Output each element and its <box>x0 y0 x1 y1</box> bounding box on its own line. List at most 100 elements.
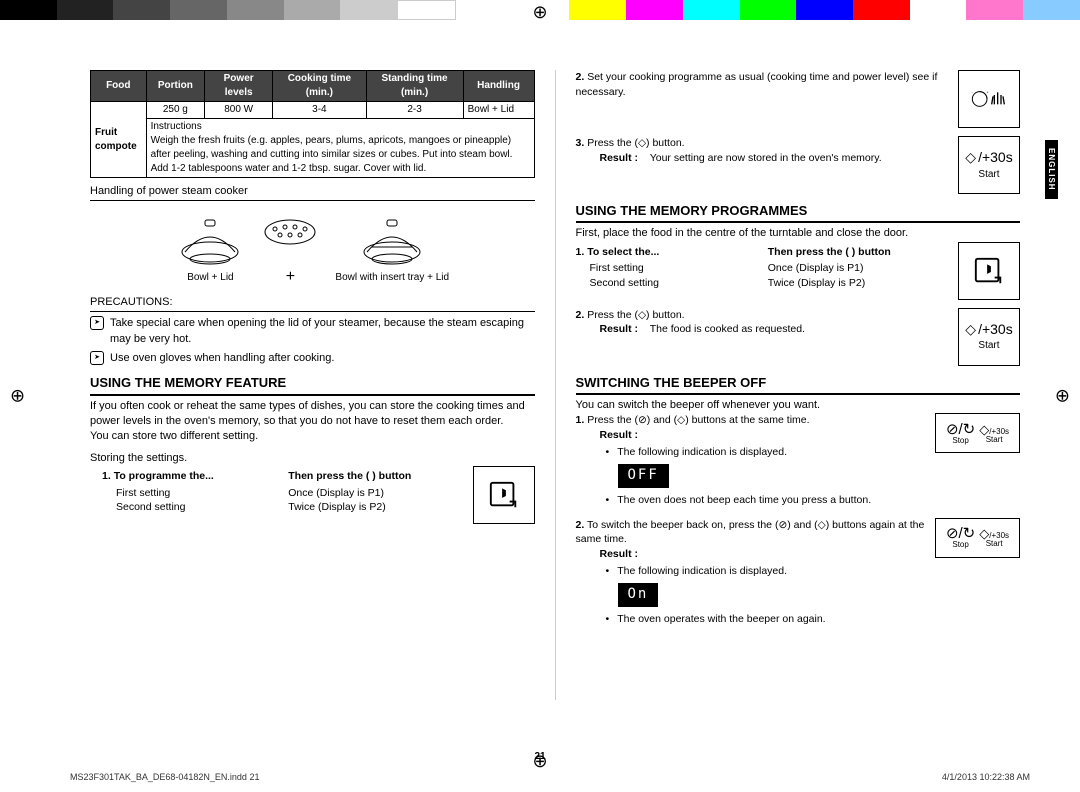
registration-mark-icon: ⊕ <box>532 2 547 23</box>
col-head: Then press the ( ) button <box>768 245 950 260</box>
body-text: You can store two different setting. <box>90 429 535 444</box>
start-30s-icon: ◇/+30s Start <box>958 136 1020 194</box>
stop-icon: ⊘ <box>778 519 787 531</box>
col-head: To select the... <box>587 246 659 258</box>
step-2: 2. Set your cooking programme as usual (… <box>576 70 1021 128</box>
stop-label: Stop <box>952 541 968 549</box>
stop-icon: ⊘ <box>638 414 647 426</box>
left-column: Food Portion Power levels Cooking time (… <box>90 70 535 700</box>
food-cell: Fruit compote <box>91 102 147 178</box>
plus-icon: + <box>286 266 295 288</box>
column-divider <box>555 70 556 700</box>
bullet-text: The following indication is displayed. <box>617 564 787 579</box>
body-text: You can switch the beeper off whenever y… <box>576 398 1021 413</box>
stop-label: Stop <box>952 437 968 445</box>
instructions-label: Instructions <box>151 121 202 132</box>
body-text: Storing the settings. <box>90 451 535 466</box>
registration-mark-icon: ⊕ <box>10 386 25 407</box>
steamer-insert: + <box>255 207 325 288</box>
col-head: Then press the ( ) button <box>288 469 464 484</box>
cell: 800 W <box>205 102 273 119</box>
body-text: First, place the food in the centre of t… <box>576 226 1021 241</box>
th-standtime: Standing time (min.) <box>366 71 463 102</box>
table-header-row: Food Portion Power levels Cooking time (… <box>91 71 535 102</box>
precaution-item: Take special care when opening the lid o… <box>90 316 535 347</box>
cooking-table: Food Portion Power levels Cooking time (… <box>90 70 535 178</box>
dial-power-icon: -+ <box>958 70 1020 128</box>
steamer-tray-icon <box>255 207 325 262</box>
step-text: Set your cooking programme as usual (coo… <box>576 71 938 98</box>
right-column: 2. Set your cooking programme as usual (… <box>576 70 1021 700</box>
memory-programmes-title: USING THE MEMORY PROGRAMMES <box>576 202 1021 223</box>
cell: 2-3 <box>366 102 463 119</box>
lcd-display: OFF <box>618 464 669 488</box>
steamer-icon <box>357 212 427 267</box>
step-text: ) button. <box>646 137 685 149</box>
result-text: The food is cooked as requested. <box>650 323 805 335</box>
step-num: 2. <box>576 71 585 83</box>
print-footer: MS23F301TAK_BA_DE68-04182N_EN.indd 21 4/… <box>70 772 1030 782</box>
cell: Bowl + Lid <box>463 102 534 119</box>
instructions-text: Weigh the fresh fruits (e.g. apples, pea… <box>151 135 513 174</box>
registration-mark-icon: ⊕ <box>1055 386 1070 407</box>
stop-start-icon: ⊘/↻Stop ◇/+30sStart <box>935 518 1020 558</box>
start-label: Start <box>986 436 1003 444</box>
precaution-text: Use oven gloves when handling after cook… <box>110 351 334 366</box>
step-num: 1. <box>576 414 585 426</box>
steamer-diagram: Bowl + Lid + <box>90 207 535 288</box>
steamer-bowl-lid: Bowl + Lid <box>175 212 245 285</box>
step-text: To switch the beeper back on, press the … <box>587 519 778 531</box>
precautions-title: PRECAUTIONS: <box>90 295 535 312</box>
cell: 3-4 <box>273 102 366 119</box>
th-handling: Handling <box>463 71 534 102</box>
result-label: Result : <box>600 323 639 335</box>
precaution-item: Use oven gloves when handling after cook… <box>90 351 535 366</box>
th-portion: Portion <box>146 71 205 102</box>
memory-button-icon <box>473 466 535 524</box>
cell: Once (Display is P1) <box>768 261 950 276</box>
note-icon <box>90 316 104 330</box>
memory-feature-title: USING THE MEMORY FEATURE <box>90 374 535 395</box>
lcd-display: On <box>618 583 659 607</box>
plus30s-label: /+30s <box>978 320 1013 340</box>
beeper-step-1: 1. Press the (⊘) and (◇) buttons at the … <box>576 413 1021 509</box>
footer-left: MS23F301TAK_BA_DE68-04182N_EN.indd 21 <box>70 772 259 782</box>
step-num: 2. <box>576 519 585 531</box>
svg-text:+: + <box>986 90 989 95</box>
table-row: Instructions Weigh the fresh fruits (e.g… <box>91 119 535 178</box>
th-food: Food <box>91 71 147 102</box>
start-label: Start <box>978 168 999 182</box>
memory-step-1: 1. To programme the... First setting Sec… <box>90 466 535 524</box>
steamer-icon <box>175 212 245 267</box>
handling-subhead: Handling of power steam cooker <box>90 184 535 201</box>
step-text: Press the ( <box>587 414 638 426</box>
diamond-icon: ◇ <box>638 308 646 323</box>
page-number: 21 <box>534 751 545 762</box>
result-label: Result : <box>600 548 639 560</box>
result-label: Result : <box>600 429 639 441</box>
col-head: To programme the... <box>114 470 214 482</box>
th-cooktime: Cooking time (min.) <box>273 71 366 102</box>
table-row: Fruit compote 250 g 800 W 3-4 2-3 Bowl +… <box>91 102 535 119</box>
th-power: Power levels <box>205 71 273 102</box>
cell: Once (Display is P1) <box>288 486 464 501</box>
step-text: ) buttons at the same time. <box>685 414 809 426</box>
footer-right: 4/1/2013 10:22:38 AM <box>942 772 1030 782</box>
cell: Second setting <box>590 276 758 291</box>
svg-text:-: - <box>972 90 974 95</box>
memprog-step-1: 1. To select the... First setting Second… <box>576 242 1021 300</box>
cell: First setting <box>590 261 758 276</box>
step-text: ) button. <box>646 309 685 321</box>
diamond-icon: ◇ <box>677 414 685 426</box>
step-text: Press the ( <box>587 309 638 321</box>
plus30s-label: /+30s <box>978 148 1013 168</box>
step-num: 3. <box>576 137 585 149</box>
step-text: ) and ( <box>787 519 817 531</box>
page-content: Food Portion Power levels Cooking time (… <box>0 0 1080 740</box>
language-tab: ENGLISH <box>1045 140 1058 199</box>
step-num: 1. <box>102 470 111 482</box>
start-label: Start <box>978 339 999 353</box>
steamer-caption: Bowl with insert tray + Lid <box>335 271 449 285</box>
result-text: Your setting are now stored in the oven'… <box>650 152 882 164</box>
body-text: If you often cook or reheat the same typ… <box>90 399 535 430</box>
